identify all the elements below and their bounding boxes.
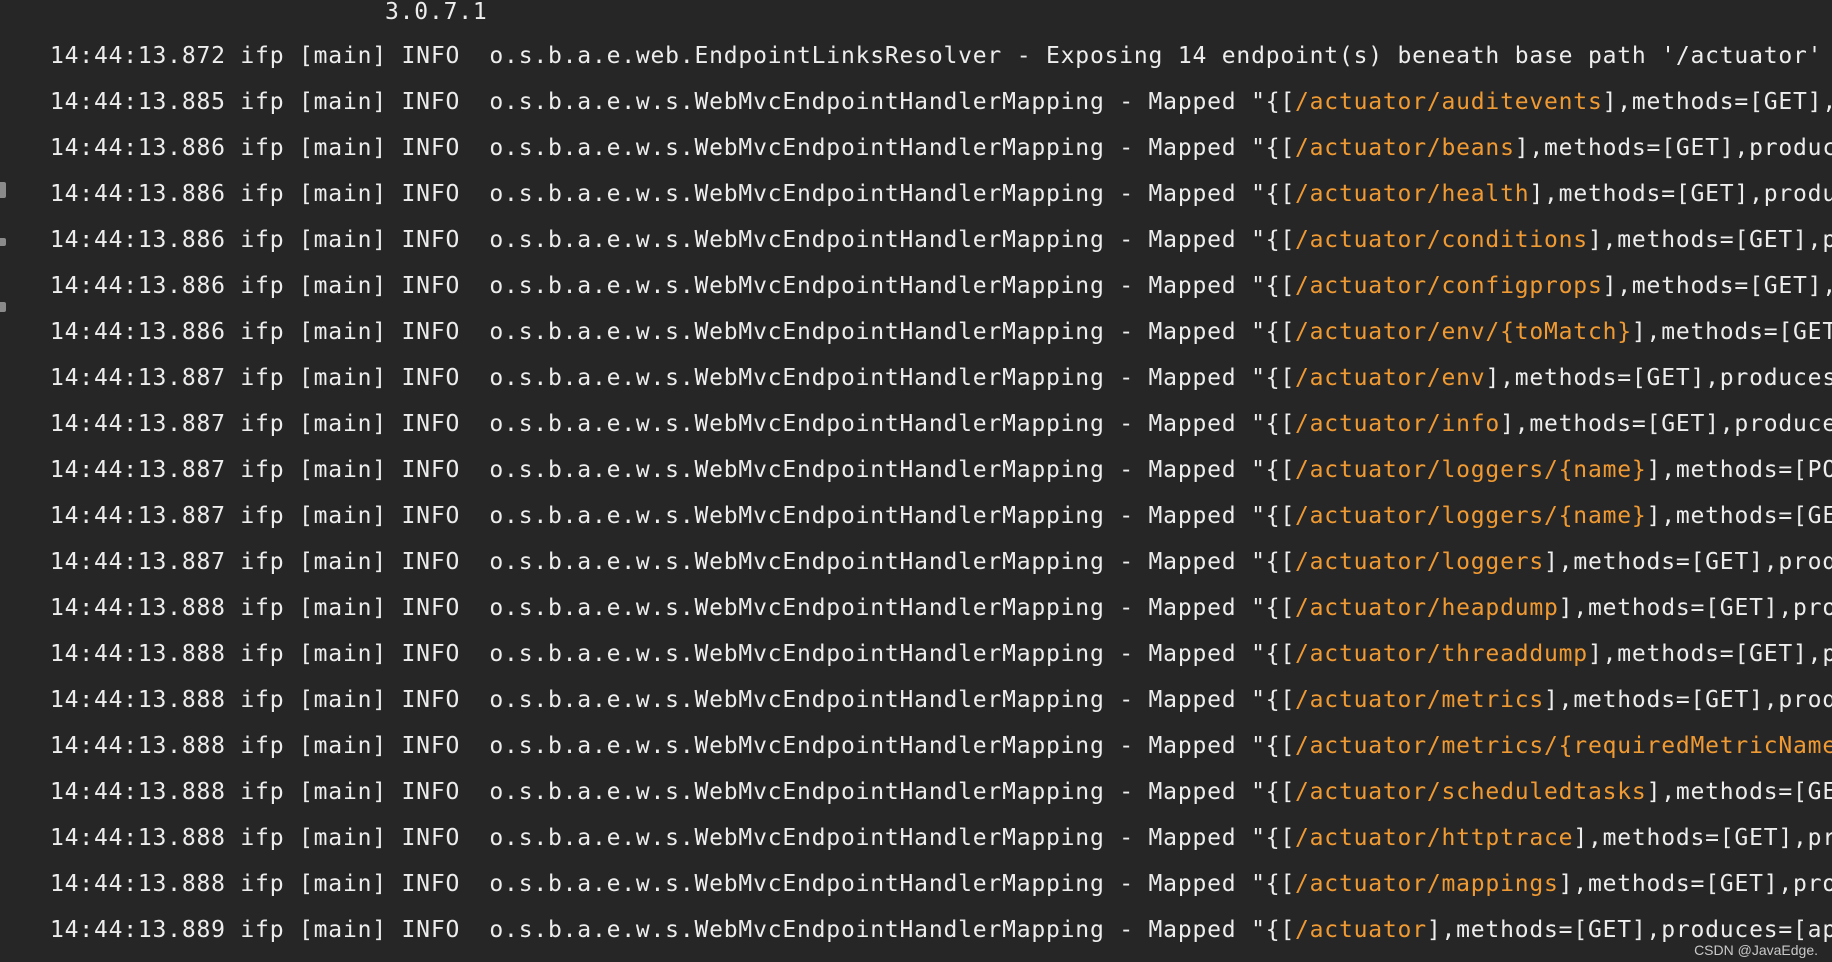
endpoint-path: /actuator/loggers/{name} <box>1295 457 1647 483</box>
log-line-suffix: ],methods=[GET],produc <box>1587 641 1832 667</box>
endpoint-path: /actuator/loggers <box>1295 549 1545 575</box>
log-line-prefix: 14:44:13.888 ifp [main] INFO o.s.b.a.e.w… <box>50 825 1296 851</box>
log-line-suffix: ],methods=[GET],produces= <box>1544 687 1832 713</box>
log-line: 14:44:13.887 ifp [main] INFO o.s.b.a.e.w… <box>50 450 1832 496</box>
endpoint-path: /actuator/metrics <box>1295 687 1545 713</box>
terminal-log-output[interactable]: 14:44:13.872 ifp [main] INFO o.s.b.a.e.w… <box>50 36 1832 956</box>
log-line: 14:44:13.887 ifp [main] INFO o.s.b.a.e.w… <box>50 496 1832 542</box>
log-line: 14:44:13.887 ifp [main] INFO o.s.b.a.e.w… <box>50 358 1832 404</box>
log-line-prefix: 14:44:13.887 ifp [main] INFO o.s.b.a.e.w… <box>50 411 1296 437</box>
log-line: 14:44:13.886 ifp [main] INFO o.s.b.a.e.w… <box>50 174 1832 220</box>
endpoint-path: /actuator/beans <box>1295 135 1515 161</box>
watermark: CSDN @JavaEdge. <box>1694 942 1818 958</box>
endpoint-path: /actuator/info <box>1295 411 1501 437</box>
log-line-endpoint-links: 14:44:13.872 ifp [main] INFO o.s.b.a.e.w… <box>50 43 1823 69</box>
log-line: 14:44:13.888 ifp [main] INFO o.s.b.a.e.w… <box>50 680 1832 726</box>
log-line-prefix: 14:44:13.886 ifp [main] INFO o.s.b.a.e.w… <box>50 135 1296 161</box>
log-line: 14:44:13.888 ifp [main] INFO o.s.b.a.e.w… <box>50 818 1832 864</box>
log-line-suffix: ],methods=[GET],pro <box>1646 503 1832 529</box>
log-line: 14:44:13.888 ifp [main] INFO o.s.b.a.e.w… <box>50 726 1832 772</box>
log-line-suffix: ],methods=[GET],produce <box>1602 89 1832 115</box>
log-line-suffix: ],methods=[GET],produce <box>1573 825 1832 851</box>
log-line: 14:44:13.886 ifp [main] INFO o.s.b.a.e.w… <box>50 220 1832 266</box>
log-line-prefix: 14:44:13.888 ifp [main] INFO o.s.b.a.e.w… <box>50 687 1296 713</box>
log-line: 14:44:13.888 ifp [main] INFO o.s.b.a.e.w… <box>50 864 1832 910</box>
log-line-suffix: ],methods=[GET],produces= <box>1558 595 1832 621</box>
log-line: 14:44:13.885 ifp [main] INFO o.s.b.a.e.w… <box>50 82 1832 128</box>
gutter-mark-1 <box>0 182 6 198</box>
log-line-suffix: ],methods=[GET],produces=[app <box>1485 365 1832 391</box>
log-line: 14:44:13.887 ifp [main] INFO o.s.b.a.e.w… <box>50 542 1832 588</box>
log-line-suffix: ],methods=[GET],pro <box>1646 779 1832 805</box>
log-line-prefix: 14:44:13.888 ifp [main] INFO o.s.b.a.e.w… <box>50 871 1296 897</box>
endpoint-path: /actuator/auditevents <box>1295 89 1603 115</box>
endpoint-path: /actuator/httptrace <box>1295 825 1574 851</box>
gutter-mark-2 <box>0 238 6 246</box>
endpoint-path: /actuator/mappings <box>1295 871 1559 897</box>
editor-gutter <box>0 170 10 370</box>
log-line-suffix: ],methods=[GET],pro <box>1631 319 1832 345</box>
log-line: 14:44:13.888 ifp [main] INFO o.s.b.a.e.w… <box>50 588 1832 634</box>
endpoint-path: /actuator/health <box>1295 181 1530 207</box>
log-line: 14:44:13.888 ifp [main] INFO o.s.b.a.e.w… <box>50 772 1832 818</box>
log-line-suffix: ],methods=[GET],produces=[a <box>1529 181 1832 207</box>
log-line-prefix: 14:44:13.886 ifp [main] INFO o.s.b.a.e.w… <box>50 319 1296 345</box>
endpoint-path: /actuator <box>1295 917 1427 943</box>
log-line-prefix: 14:44:13.888 ifp [main] INFO o.s.b.a.e.w… <box>50 733 1296 759</box>
endpoint-path: /actuator/loggers/{name} <box>1295 503 1647 529</box>
gutter-mark-3 <box>0 302 6 312</box>
log-line-prefix: 14:44:13.885 ifp [main] INFO o.s.b.a.e.w… <box>50 89 1296 115</box>
log-line-prefix: 14:44:13.889 ifp [main] INFO o.s.b.a.e.w… <box>50 917 1296 943</box>
version-fragment: 3.0.7.1 <box>385 0 488 25</box>
log-line-prefix: 14:44:13.887 ifp [main] INFO o.s.b.a.e.w… <box>50 457 1296 483</box>
endpoint-path: /actuator/conditions <box>1295 227 1588 253</box>
log-line-prefix: 14:44:13.888 ifp [main] INFO o.s.b.a.e.w… <box>50 595 1296 621</box>
endpoint-path: /actuator/threaddump <box>1295 641 1588 667</box>
endpoint-path: /actuator/env <box>1295 365 1486 391</box>
log-line-prefix: 14:44:13.888 ifp [main] INFO o.s.b.a.e.w… <box>50 779 1296 805</box>
log-line-prefix: 14:44:13.887 ifp [main] INFO o.s.b.a.e.w… <box>50 503 1296 529</box>
log-line-prefix: 14:44:13.886 ifp [main] INFO o.s.b.a.e.w… <box>50 273 1296 299</box>
log-line-suffix: ],methods=[GET],produces=[ap <box>1514 135 1832 161</box>
log-line: 14:44:13.886 ifp [main] INFO o.s.b.a.e.w… <box>50 312 1832 358</box>
log-line-suffix: ],methods=[GET],produces=[app <box>1500 411 1832 437</box>
log-line-suffix: ],methods=[GET],produ <box>1602 273 1832 299</box>
log-line: 14:44:13.889 ifp [main] INFO o.s.b.a.e.w… <box>50 910 1832 956</box>
log-line-prefix: 14:44:13.886 ifp [main] INFO o.s.b.a.e.w… <box>50 227 1296 253</box>
log-line-suffix: ],methods=[POST],co <box>1646 457 1832 483</box>
log-line-suffix: ],methods=[GET],produces=[applica <box>1426 917 1832 943</box>
log-line-suffix: ],methods=[GET],produce <box>1587 227 1832 253</box>
endpoint-path: /actuator/configprops <box>1295 273 1603 299</box>
endpoint-path: /actuator/metrics/{requiredMetricName} <box>1295 733 1832 759</box>
log-line: 14:44:13.887 ifp [main] INFO o.s.b.a.e.w… <box>50 404 1832 450</box>
log-line-prefix: 14:44:13.888 ifp [main] INFO o.s.b.a.e.w… <box>50 641 1296 667</box>
log-line: 14:44:13.886 ifp [main] INFO o.s.b.a.e.w… <box>50 128 1832 174</box>
log-line-prefix: 14:44:13.887 ifp [main] INFO o.s.b.a.e.w… <box>50 549 1296 575</box>
log-line: 14:44:13.888 ifp [main] INFO o.s.b.a.e.w… <box>50 634 1832 680</box>
log-line: 14:44:13.886 ifp [main] INFO o.s.b.a.e.w… <box>50 266 1832 312</box>
endpoint-path: /actuator/scheduledtasks <box>1295 779 1647 805</box>
log-line-prefix: 14:44:13.886 ifp [main] INFO o.s.b.a.e.w… <box>50 181 1296 207</box>
log-line-suffix: ],methods=[GET],produces= <box>1544 549 1832 575</box>
endpoint-path: /actuator/heapdump <box>1295 595 1559 621</box>
log-line-prefix: 14:44:13.887 ifp [main] INFO o.s.b.a.e.w… <box>50 365 1296 391</box>
log-line-suffix: ],methods=[GET],produces= <box>1558 871 1832 897</box>
endpoint-path: /actuator/env/{toMatch} <box>1295 319 1632 345</box>
